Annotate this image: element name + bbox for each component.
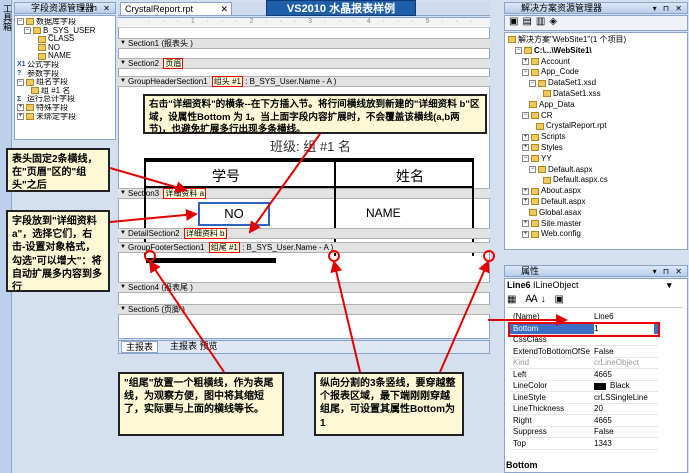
arrow-to-right-line: [439, 260, 490, 373]
arrow-to-middle-line: [330, 260, 361, 373]
annotation-arrows: [109, 133, 568, 373]
arrow-to-fields: [109, 208, 198, 223]
arrow-to-detail-b: [248, 133, 321, 234]
arrow-to-header-lines: [109, 167, 188, 193]
arrow-to-footer-line: [148, 260, 225, 373]
